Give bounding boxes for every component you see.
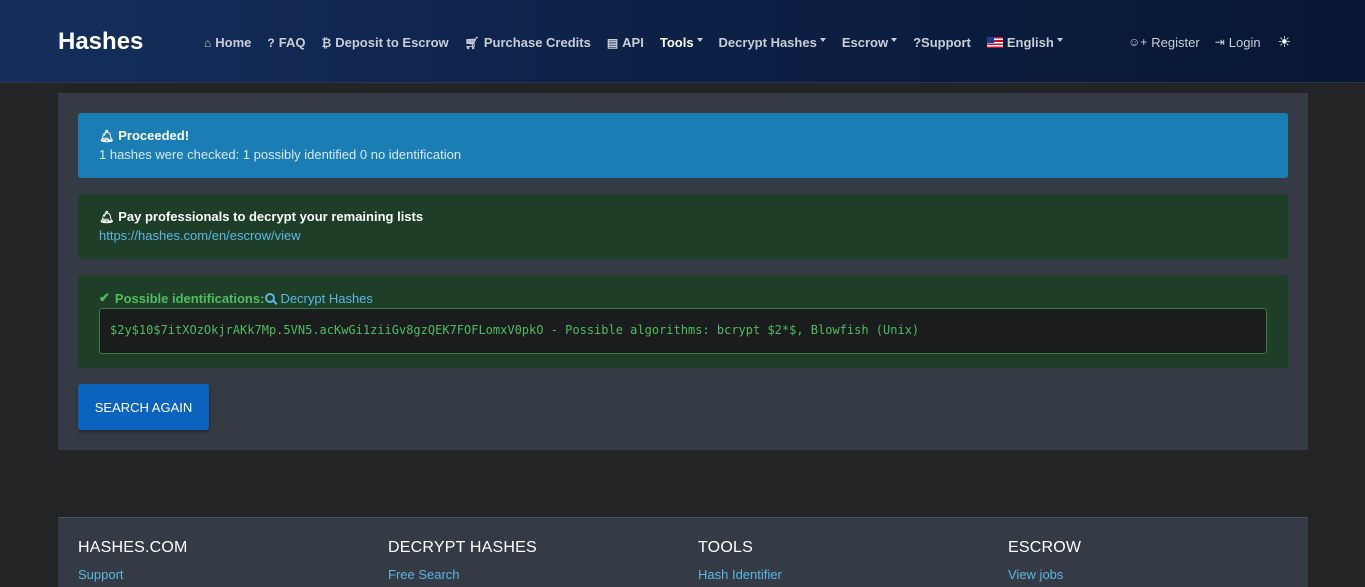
nav-deposit[interactable]: ₿ Deposit to Escrow xyxy=(321,35,448,50)
nav-deposit-label: Deposit to Escrow xyxy=(335,35,449,50)
bell-icon: 🔔︎ xyxy=(99,209,115,224)
caret-down-icon xyxy=(1056,37,1063,42)
bitcoin-icon: ₿ xyxy=(321,35,332,50)
us-flag-icon xyxy=(986,37,1003,48)
footer-link-free-search[interactable]: Free Search xyxy=(388,567,537,582)
proceeded-title-row: 🔔︎ Proceeded! xyxy=(99,128,1267,143)
nav-tools-dropdown[interactable]: Tools xyxy=(660,35,703,50)
proceeded-title: Proceeded! xyxy=(118,128,190,143)
caret-down-icon xyxy=(696,37,703,42)
nav-api[interactable]: ▤ API xyxy=(607,35,644,50)
footer-col-tools: TOOLS Hash Identifier xyxy=(698,539,782,582)
user-plus-icon: ☺+ xyxy=(1128,35,1148,49)
nav-faq-label: FAQ xyxy=(278,35,306,50)
nav-purchase-credits[interactable]: 🛒︎ Purchase Credits xyxy=(465,35,591,50)
identifications-label: Possible identifications: xyxy=(114,290,265,306)
footer: HASHES.COM Support DECRYPT HASHES Free S… xyxy=(58,517,1308,587)
top-navbar: Hashes ⌂ Home ? FAQ ₿ Deposit to Escrow … xyxy=(0,0,1365,83)
escrow-alert: 🔔︎ Pay professionals to decrypt your rem… xyxy=(78,194,1288,259)
nav-support-label: ?Support xyxy=(913,35,971,50)
nav-register-label: Register xyxy=(1151,34,1200,50)
decrypt-hashes-link[interactable]: Decrypt Hashes xyxy=(264,290,373,306)
footer-heading-hashes: HASHES.COM xyxy=(78,539,188,556)
bell-icon: 🔔︎ xyxy=(99,128,115,143)
nav-api-label: API xyxy=(622,35,644,50)
identifications-alert: ✔ Possible identifications: Decrypt Hash… xyxy=(78,275,1288,368)
nav-faq[interactable]: ? FAQ xyxy=(267,35,305,50)
nav-language-label: English xyxy=(1006,35,1054,50)
escrow-link[interactable]: https://hashes.com/en/escrow/view xyxy=(99,228,301,243)
search-icon xyxy=(265,293,276,303)
search-again-button[interactable]: SEARCH AGAIN xyxy=(78,384,209,430)
footer-link-hash-identifier[interactable]: Hash Identifier xyxy=(698,567,782,582)
home-icon: ⌂ xyxy=(204,35,212,50)
cart-icon: 🛒︎ xyxy=(464,35,480,50)
footer-col-decrypt: DECRYPT HASHES Free Search xyxy=(388,539,537,582)
server-icon: ▤ xyxy=(606,35,619,50)
question-icon: ? xyxy=(267,35,275,50)
caret-down-icon xyxy=(891,37,898,42)
sign-in-icon: ⇥ xyxy=(1214,35,1225,49)
nav-language-dropdown[interactable]: English xyxy=(986,35,1063,50)
decrypt-hashes-link-label: Decrypt Hashes xyxy=(280,290,373,306)
nav-login[interactable]: ⇥ Login xyxy=(1215,35,1261,50)
nav-purchase-label: Purchase Credits xyxy=(483,35,591,50)
escrow-title: Pay professionals to decrypt your remain… xyxy=(118,209,424,224)
results-panel: 🔔︎ Proceeded! 1 hashes were checked: 1 p… xyxy=(58,93,1308,450)
check-icon: ✔ xyxy=(99,290,110,305)
nav-support[interactable]: ?Support xyxy=(913,35,971,50)
sun-icon[interactable]: ☀ xyxy=(1278,33,1291,51)
nav-escrow-dropdown[interactable]: Escrow xyxy=(841,35,898,50)
nav-decrypt-dropdown[interactable]: Decrypt Hashes xyxy=(719,35,826,50)
nav-tools-label: Tools xyxy=(659,35,694,50)
footer-link-view-jobs[interactable]: View jobs xyxy=(1008,567,1081,582)
main-nav: ⌂ Home ? FAQ ₿ Deposit to Escrow 🛒︎ Purc… xyxy=(204,34,1079,51)
identification-result[interactable]: $2y$10$7itXOzOkjrAKk7Mp.5VN5.acKwGi1ziiG… xyxy=(99,308,1267,354)
footer-heading-tools: TOOLS xyxy=(698,539,753,556)
footer-heading-escrow: ESCROW xyxy=(1008,539,1082,556)
escrow-title-row: 🔔︎ Pay professionals to decrypt your rem… xyxy=(99,209,1267,224)
brand-logo[interactable]: Hashes xyxy=(58,28,143,56)
caret-down-icon xyxy=(819,37,826,42)
proceeded-alert: 🔔︎ Proceeded! 1 hashes were checked: 1 p… xyxy=(78,113,1288,178)
nav-decrypt-label: Decrypt Hashes xyxy=(718,35,817,50)
nav-login-label: Login xyxy=(1228,34,1261,50)
footer-col-escrow: ESCROW View jobs xyxy=(1008,539,1081,582)
footer-heading-decrypt: DECRYPT HASHES xyxy=(388,539,537,556)
nav-home-label: Home xyxy=(215,35,252,50)
nav-home[interactable]: ⌂ Home xyxy=(204,35,251,50)
footer-link-support[interactable]: Support xyxy=(78,567,188,582)
footer-col-hashes: HASHES.COM Support xyxy=(78,539,188,582)
nav-escrow-label: Escrow xyxy=(841,35,889,50)
identifications-header: ✔ Possible identifications: Decrypt Hash… xyxy=(99,290,1267,306)
identifications-label-wrap: ✔ Possible identifications: xyxy=(99,290,264,306)
proceeded-text: 1 hashes were checked: 1 possibly identi… xyxy=(99,147,462,162)
account-nav: ☺+ Register ⇥ Login ☀ xyxy=(1128,33,1291,51)
nav-register[interactable]: ☺+ Register xyxy=(1128,35,1200,50)
